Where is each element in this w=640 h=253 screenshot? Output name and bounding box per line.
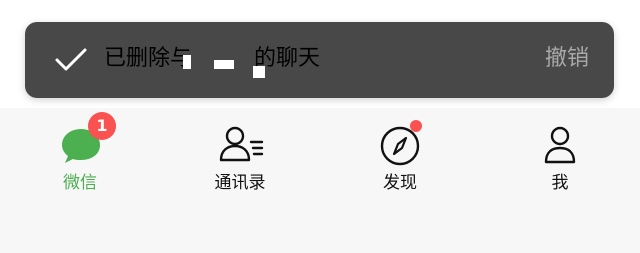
toast-message: 已删除与 的聊天 [104,44,320,74]
undo-button[interactable]: 撤销 [545,44,589,74]
screen: 已删除与 的聊天 撤销 1 微信 通讯录 发现 我 [0,0,640,253]
redaction-mark [253,66,265,78]
tab-wechat-label: 微信 [63,173,97,193]
tab-contacts[interactable]: 通讯录 [160,108,320,253]
me-icon [544,126,576,164]
contacts-icon [219,126,264,162]
toast-message-text: 已删除与 [104,46,193,71]
redaction-mark [214,60,234,69]
notification-dot [410,120,422,132]
tab-bar: 1 微信 通讯录 发现 我 [0,108,640,253]
unread-badge: 1 [88,112,116,140]
redaction-mark [183,55,191,69]
tab-discover[interactable]: 发现 [320,108,480,253]
tab-contacts-label: 通讯录 [214,173,266,193]
tab-discover-label: 发现 [383,173,417,193]
check-icon [55,48,87,71]
tab-me[interactable]: 我 [480,108,640,253]
tab-me-label: 我 [551,173,569,193]
tab-wechat[interactable]: 1 微信 [0,108,160,253]
